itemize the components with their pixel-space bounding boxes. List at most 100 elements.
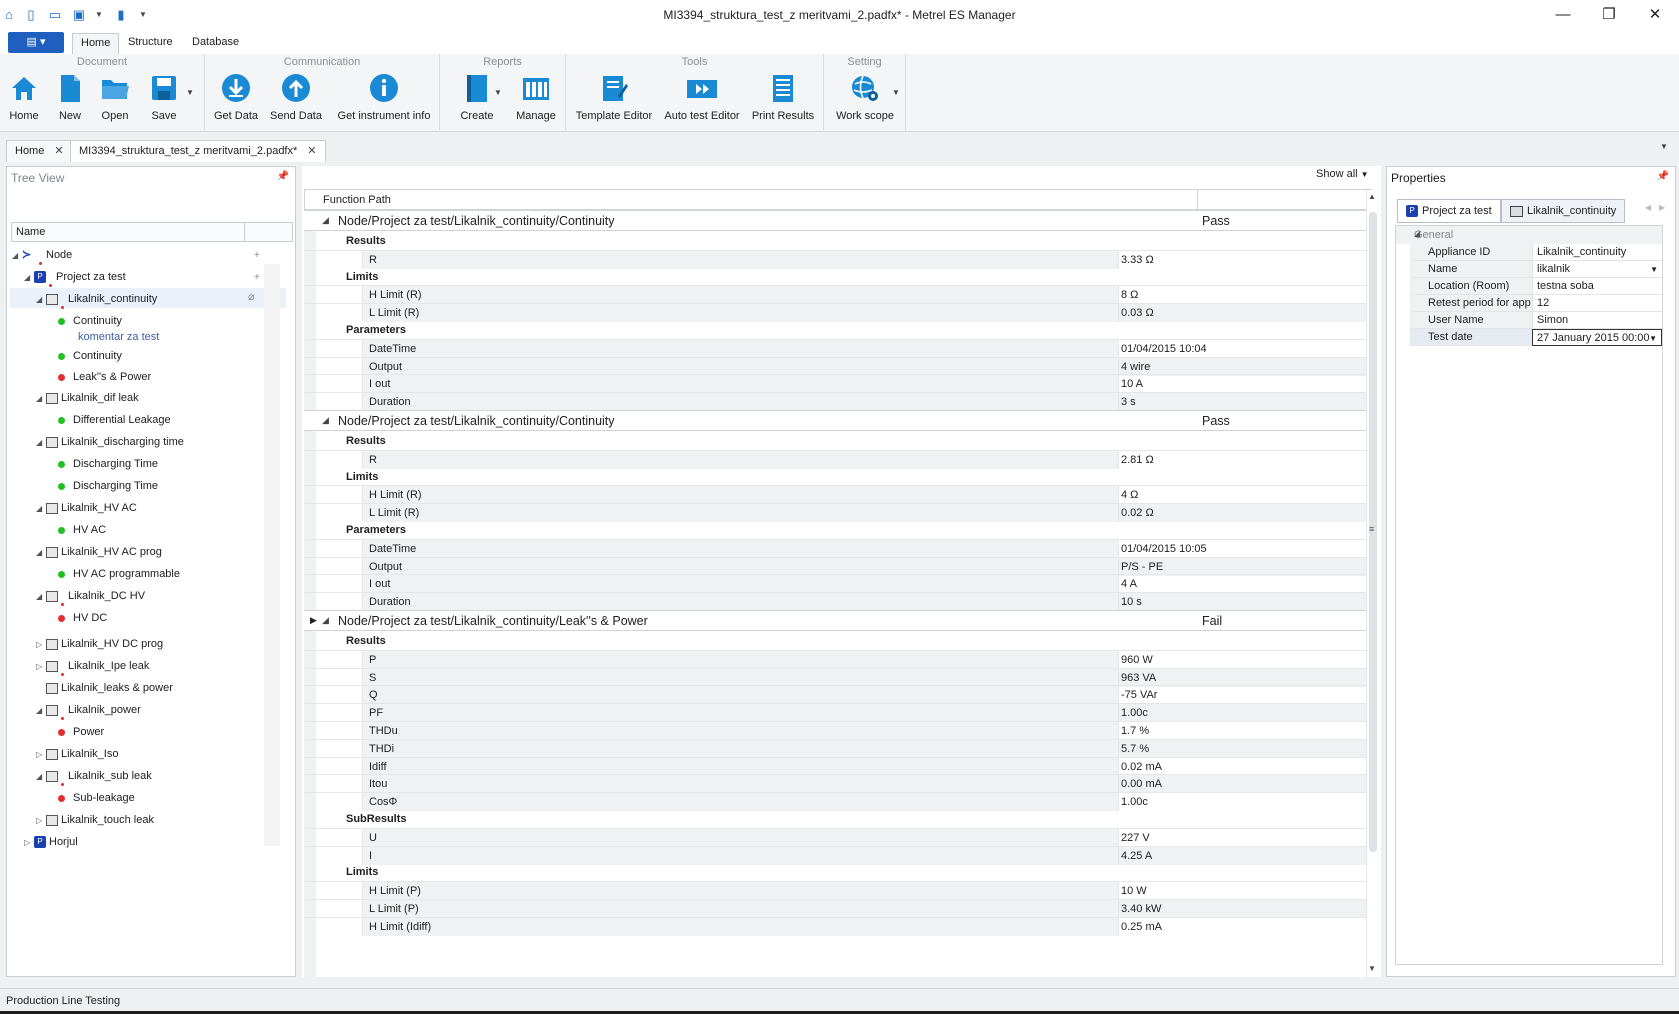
doc-tab-project[interactable]: MI3394_struktura_test_z meritvami_2.padf…: [70, 140, 326, 162]
table-row[interactable]: I out 4 A: [304, 574, 1372, 594]
table-row[interactable]: Duration 10 s: [304, 592, 1372, 612]
prop-tab-project[interactable]: P Project za test: [1397, 199, 1501, 223]
tree-node-test[interactable]: HV DC: [58, 609, 107, 627]
tab-list-dropdown-icon[interactable]: ▼: [1660, 142, 1668, 151]
table-row[interactable]: I out 10 A: [304, 374, 1372, 394]
function-path-header[interactable]: Function Path: [304, 189, 1372, 210]
create-report-button[interactable]: Create: [452, 72, 502, 130]
tree-node-appliance[interactable]: Likalnik_leaks & power: [36, 679, 173, 697]
table-row[interactable]: Duration 3 s: [304, 392, 1372, 412]
tab-scroll-left-icon[interactable]: ◀: [1645, 203, 1651, 212]
table-row[interactable]: CosΦ 1.00c: [304, 792, 1372, 812]
close-tab-icon[interactable]: ✕: [307, 145, 316, 157]
tree-node-test[interactable]: HV AC programmable: [58, 565, 180, 583]
scroll-down-icon[interactable]: ▼: [1368, 964, 1376, 973]
collapse-icon[interactable]: ◢: [322, 615, 329, 626]
print-results-button[interactable]: Print Results: [750, 72, 816, 130]
pin-icon[interactable]: 📌: [277, 171, 289, 182]
result-group-row[interactable]: ▶ ◢ Node/Project za test/Likalnik_continui…: [304, 610, 1372, 631]
collapse-icon[interactable]: ◢: [322, 415, 329, 426]
property-row[interactable]: Test date 27 January 2015 00:00 ▼: [1396, 329, 1662, 346]
table-row[interactable]: H Limit (P) 10 W: [304, 881, 1372, 901]
table-row[interactable]: THDi 5.7 %: [304, 738, 1372, 758]
work-scope-button[interactable]: Work scope: [830, 72, 900, 130]
tree-node-appliance[interactable]: ◢ Likalnik_discharging time: [36, 433, 184, 451]
close-window-button[interactable]: ✕: [1632, 4, 1678, 26]
save-button[interactable]: Save: [146, 72, 196, 130]
tree-node-appliance[interactable]: ◢ Likalnik_sub leak: [36, 767, 152, 786]
collapse-icon[interactable]: ◢: [1414, 229, 1654, 238]
tree-node-project[interactable]: ◢ P Project za test: [24, 268, 126, 287]
file-menu-button[interactable]: ▤ ▾: [8, 32, 64, 53]
result-group-row[interactable]: ◢ Node/Project za test/Likalnik_continuit…: [304, 410, 1372, 431]
new-button[interactable]: New: [52, 72, 88, 130]
property-category[interactable]: General ◢: [1396, 226, 1662, 244]
table-row[interactable]: H Limit (R) 4 Ω: [304, 485, 1372, 505]
collapse-icon[interactable]: ◢: [322, 215, 329, 226]
table-row[interactable]: R2.81 ΩPass: [304, 449, 1372, 469]
table-row[interactable]: H Limit (R) 8 Ω: [304, 285, 1372, 305]
send-data-button[interactable]: Send Data: [269, 72, 323, 130]
tree-node-appliance[interactable]: ◢ Likalnik_HV AC prog: [36, 543, 162, 561]
table-row[interactable]: L Limit (R) 0.02 Ω: [304, 503, 1372, 523]
tree-node-appliance[interactable]: ◢ Likalnik_dif leak: [36, 389, 139, 407]
table-row[interactable]: U 227 V: [304, 827, 1372, 847]
table-row[interactable]: L Limit (R) 0.03 Ω: [304, 303, 1372, 323]
prop-tab-appliance[interactable]: Likalnik_continuity: [1501, 199, 1626, 223]
table-row[interactable]: S 963 VA: [304, 667, 1372, 687]
tree-node-root[interactable]: ◢ ≻ Node: [12, 246, 72, 265]
work-scope-dropdown-icon[interactable]: ▼: [892, 88, 900, 97]
table-row[interactable]: Itou0.00 mAFail: [304, 774, 1372, 794]
restore-button[interactable]: ❐: [1586, 4, 1632, 26]
minimize-button[interactable]: —: [1540, 4, 1586, 26]
tree-node-test[interactable]: Power: [58, 723, 104, 741]
add-icon[interactable]: +: [254, 250, 260, 261]
manage-button[interactable]: Manage: [512, 72, 560, 130]
table-row[interactable]: R3.33 ΩPass: [304, 249, 1372, 269]
template-editor-button[interactable]: Template Editor: [574, 72, 654, 130]
table-row[interactable]: Output P/S - PE: [304, 556, 1372, 576]
get-data-button[interactable]: Get Data: [213, 72, 259, 130]
table-row[interactable]: L Limit (P) 3.40 kW: [304, 899, 1372, 918]
table-row[interactable]: Idiff0.02 mAFail: [304, 756, 1372, 776]
property-row[interactable]: Name likalnik ▼: [1396, 261, 1662, 278]
tree-node-appliance[interactable]: ▷ Likalnik_touch leak: [36, 811, 154, 829]
tree-node-appliance[interactable]: ◢ Likalnik_continuity: [36, 290, 157, 309]
table-row[interactable]: PF 1.00c: [304, 703, 1372, 723]
name-field[interactable]: likalnik ▼: [1532, 261, 1662, 278]
tree-node-test[interactable]: Discharging Time: [58, 455, 158, 473]
tree-node-appliance[interactable]: ◢ Likalnik_DC HV: [36, 587, 145, 606]
tree-node-appliance[interactable]: ▷ Likalnik_Iso: [36, 745, 118, 763]
table-row[interactable]: THDu 1.7 %: [304, 721, 1372, 740]
tab-scroll-right-icon[interactable]: ▶: [1659, 203, 1665, 212]
show-all-dropdown[interactable]: Show all ▼: [1316, 168, 1369, 180]
scroll-up-icon[interactable]: ▲: [1368, 192, 1376, 201]
tree-column-header[interactable]: Name: [11, 222, 293, 242]
tree-node-appliance[interactable]: ▷ Likalnik_Ipe leak: [36, 657, 149, 676]
tree-node-test[interactable]: Continuity: [58, 347, 122, 365]
chevron-down-icon[interactable]: ▼: [1650, 262, 1658, 277]
results-scrollbar[interactable]: ▲ ≡ ▼: [1366, 190, 1379, 977]
home-button[interactable]: Home: [4, 72, 44, 130]
close-tab-icon[interactable]: ✕: [54, 145, 63, 157]
tab-home[interactable]: Home: [72, 33, 120, 54]
save-dropdown-icon[interactable]: ▼: [186, 88, 194, 97]
doc-tab-home[interactable]: Home ✕: [6, 140, 73, 162]
property-row[interactable]: User Name Simon: [1396, 312, 1662, 329]
property-row[interactable]: Location (Room) testna soba: [1396, 278, 1662, 295]
table-row[interactable]: DateTime 01/04/2015 10:04: [304, 338, 1372, 358]
property-row[interactable]: Retest period for app 12: [1396, 295, 1662, 312]
tree-node-project[interactable]: ▷ P Horjul: [24, 833, 78, 851]
attachment-icon[interactable]: ⌀: [248, 290, 255, 303]
tree-node-appliance[interactable]: ▷ Likalnik_HV DC prog: [36, 635, 163, 653]
tree-node-appliance[interactable]: ◢ Likalnik_power: [36, 701, 141, 720]
test-date-field[interactable]: 27 January 2015 00:00 ▼: [1532, 329, 1662, 346]
result-group-row[interactable]: ◢ Node/Project za test/Likalnik_continuit…: [304, 210, 1372, 231]
table-row[interactable]: I 4.25 A: [304, 845, 1372, 865]
auto-test-editor-button[interactable]: Auto test Editor: [662, 72, 742, 130]
tree-node-test[interactable]: HV AC: [58, 521, 106, 539]
tab-structure[interactable]: Structure: [120, 33, 181, 54]
tab-database[interactable]: Database: [184, 33, 247, 54]
table-row[interactable]: DateTime 01/04/2015 10:05: [304, 538, 1372, 558]
tree-node-test[interactable]: Sub-leakage: [58, 789, 135, 807]
